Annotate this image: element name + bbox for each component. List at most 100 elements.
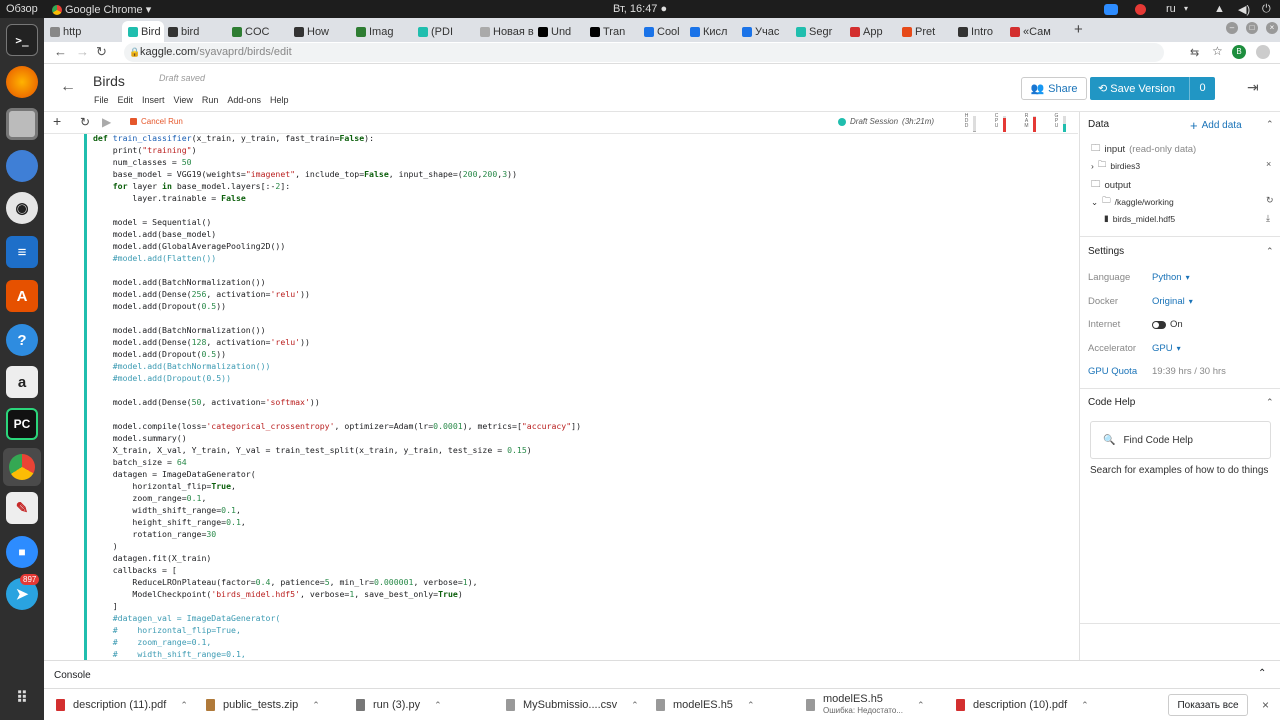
writer-icon[interactable]: ≡ [6,236,38,268]
zoom-tray-icon[interactable] [1104,4,1118,15]
window-close-icon[interactable]: × [1266,22,1278,34]
minimize-icon[interactable]: – [1226,22,1238,34]
extension-icon[interactable] [1256,45,1270,59]
yandex-tray-icon[interactable] [1135,4,1146,15]
browser-tab[interactable]: Tran [590,21,638,42]
menu-item-edit[interactable]: Edit [118,95,134,105]
menu-item-run[interactable]: Run [202,95,219,105]
working-folder[interactable]: ⌄ 🗀/kaggle/working [1091,195,1174,209]
session-status[interactable]: Draft Session (3h:21m) [838,117,934,126]
chevron-up-icon[interactable]: ⌃ [1258,668,1266,679]
download-item[interactable]: description (11).pdf ⌃ [56,689,188,721]
power-icon[interactable]: ⏻ [1262,3,1271,16]
profile-avatar[interactable]: B [1232,45,1246,59]
chevron-up-icon[interactable]: ⌃ [917,700,925,711]
download-icon[interactable]: ⤓ [1266,213,1270,224]
find-code-help-input[interactable]: 🔍 Find Code Help [1090,421,1271,459]
browser-tab[interactable]: Кисл [690,21,738,42]
keyboard-layout[interactable]: ru [1166,3,1176,15]
remove-icon[interactable]: × [1266,159,1271,169]
accelerator-select[interactable]: GPU ▾ [1152,343,1181,354]
pycharm-icon[interactable]: PC [6,408,38,440]
browser-tab[interactable]: Cool [644,21,686,42]
show-apps-icon[interactable]: ⠿ [6,682,38,714]
browser-tab[interactable]: Segr [796,21,846,42]
save-version-button[interactable]: ⟲ Save Version 0 [1090,77,1215,100]
clock[interactable]: Вт, 16:47 ● [613,3,667,15]
download-item[interactable]: description (10).pdf ⌃ [956,689,1089,721]
back-icon[interactable]: ← [54,44,67,59]
maximize-icon[interactable]: □ [1246,22,1258,34]
rhythmbox-icon[interactable]: ◉ [6,192,38,224]
add-data-button[interactable]: + Add data [1190,118,1242,133]
browser-tab[interactable]: Учас [742,21,792,42]
browser-tab[interactable]: «Сам [1010,21,1064,42]
menu-item-help[interactable]: Help [270,95,289,105]
forward-icon[interactable]: → [76,44,89,59]
url-field[interactable]: 🔒 kaggle.com/syavaprd/birds/edit [124,43,1164,62]
back-arrow-icon[interactable]: ← [60,78,76,96]
amazon-icon[interactable]: a [6,366,38,398]
dropdown-icon[interactable]: ▾ [1184,4,1188,13]
chevron-up-icon[interactable]: ⌃ [434,700,442,711]
chevron-up-icon[interactable]: ⌃ [1266,397,1274,408]
collapse-panel-icon[interactable]: ⇥ [1247,79,1259,96]
chevron-up-icon[interactable]: ⌃ [180,700,188,711]
volume-icon[interactable]: ◀) [1238,3,1250,16]
download-item[interactable]: modelES.h5 Ошибка: Недостато... ⌃ [806,689,925,721]
browser-tab[interactable]: How [294,21,352,42]
text-editor-icon[interactable]: ✎ [6,492,38,524]
chrome-dock-icon[interactable] [3,448,41,486]
menu-item-insert[interactable]: Insert [142,95,165,105]
browser-tab[interactable]: Новая в [480,21,534,42]
app-menu[interactable]: Google Chrome ▾ [52,3,151,16]
translate-icon[interactable]: ⇆ [1190,46,1199,59]
files-icon[interactable] [6,108,38,140]
menu-item-file[interactable]: File [94,95,109,105]
reload-icon[interactable]: ↻ [96,44,107,60]
chevron-up-icon[interactable]: ⌃ [747,700,755,711]
chevron-up-icon[interactable]: ⌃ [631,700,639,711]
code-cell[interactable]: def train_classifier(x_train, y_train, f… [44,134,1078,660]
code-editor[interactable]: def train_classifier(x_train, y_train, f… [93,134,581,660]
download-item[interactable]: modelES.h5 ⌃ [656,689,754,721]
output-file[interactable]: ▮ birds_midel.hdf5 [1104,213,1175,224]
chevron-up-icon[interactable]: ⌃ [1266,119,1274,130]
browser-tab[interactable]: Pret [902,21,954,42]
cancel-run-button[interactable]: Cancel Run [130,117,183,126]
thunderbird-icon[interactable] [6,150,38,182]
language-select[interactable]: Python ▾ [1152,272,1190,283]
show-all-button[interactable]: Показать все [1168,694,1248,716]
browser-tab[interactable]: Intro [958,21,1006,42]
dataset-birdies[interactable]: › 🗀 birdies3 [1091,159,1140,173]
firefox-icon[interactable] [6,66,38,98]
internet-toggle[interactable]: On [1152,319,1183,330]
zoom-icon[interactable]: ■ [6,536,38,568]
close-icon[interactable]: × [1262,698,1269,712]
share-button[interactable]: 👥 Share [1021,77,1087,100]
console-bar[interactable]: Console ⌃ [44,660,1280,688]
activities-button[interactable]: Обзор [6,3,38,15]
browser-tab[interactable]: Imag [356,21,414,42]
download-item[interactable]: run (3).py ⌃ [356,689,442,721]
browser-tab[interactable]: App [850,21,898,42]
refresh-icon[interactable]: ↻ [1266,195,1274,206]
terminal-icon[interactable]: >_ [6,24,38,56]
add-cell-icon[interactable]: + [53,113,61,129]
input-folder[interactable]: 🗀 input (read-only data) [1091,141,1196,157]
browser-tab[interactable]: http [50,21,110,42]
run-icon[interactable]: ▶ [102,115,111,129]
browser-tab[interactable]: COC [232,21,290,42]
chevron-up-icon[interactable]: ⌃ [1081,700,1089,711]
new-tab-button[interactable]: + [1074,21,1083,38]
gpu-quota-link[interactable]: GPU Quota [1088,366,1137,377]
browser-tab[interactable]: Und [538,21,586,42]
menu-item-add-ons[interactable]: Add-ons [227,95,261,105]
output-folder[interactable]: 🗀 output [1091,177,1131,193]
kernel-title[interactable]: Birds [93,73,125,89]
network-icon[interactable]: ▲ [1214,3,1225,15]
help-icon[interactable]: ? [6,324,38,356]
software-icon[interactable]: A [6,280,38,312]
docker-select[interactable]: Original ▾ [1152,296,1193,307]
browser-tab[interactable]: bird [168,21,228,42]
